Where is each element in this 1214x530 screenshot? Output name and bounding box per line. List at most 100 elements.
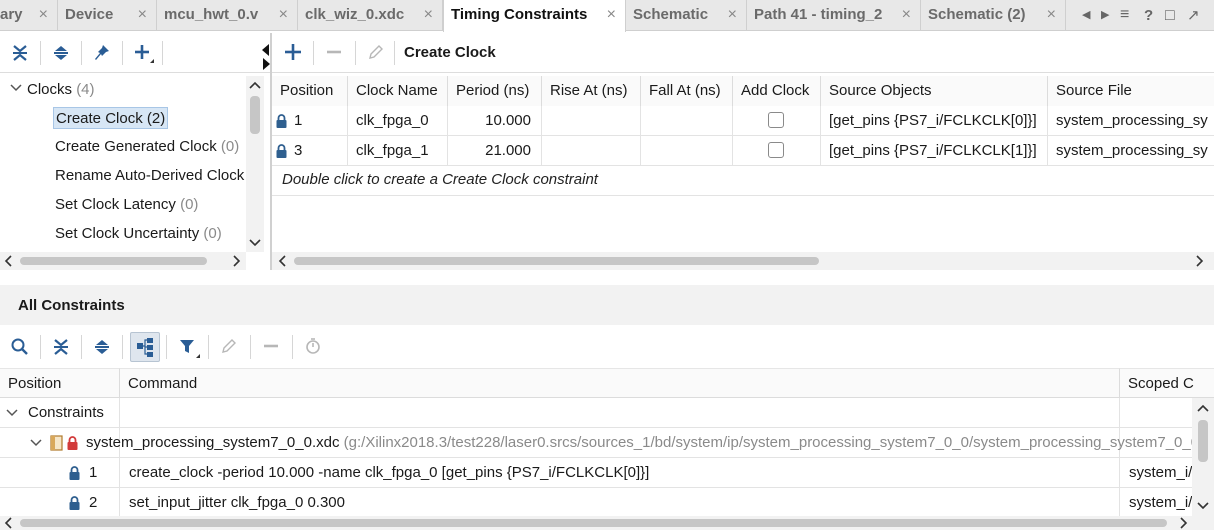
add-clock-checkbox[interactable] [768, 142, 784, 158]
tree-item-create-generated-clock[interactable]: Create Generated Clock (0) [55, 136, 239, 158]
rise-at-cell [542, 136, 641, 166]
column-header[interactable]: Source Objects [821, 76, 1048, 106]
splitter-right-arrow-icon[interactable] [262, 58, 270, 70]
scoped-cell: system_i/ [1129, 464, 1192, 481]
tab-timing-constraints[interactable]: Timing Constraints × [443, 0, 626, 32]
tree-horizontal-scrollbar[interactable] [0, 252, 246, 270]
tab-clk-wiz-xdc[interactable]: clk_wiz_0.xdc × [298, 0, 443, 31]
scroll-up-icon[interactable] [249, 81, 261, 89]
column-header[interactable]: Add Clock [733, 76, 821, 106]
close-icon[interactable]: × [424, 0, 433, 29]
scroll-left-icon[interactable] [4, 255, 12, 267]
column-header[interactable]: Position [272, 76, 348, 106]
add-icon[interactable] [284, 43, 304, 63]
rise-at-cell [542, 106, 641, 136]
tab-path-41[interactable]: Path 41 - timing_2 × [747, 0, 921, 31]
position-cell: 3 [272, 136, 348, 166]
toolbar-separator [162, 41, 163, 65]
tab-schematic[interactable]: Schematic × [626, 0, 747, 31]
close-icon[interactable]: × [1047, 0, 1056, 29]
chevron-down-icon[interactable] [10, 84, 22, 92]
list-icon[interactable]: ≡ [1120, 7, 1136, 23]
scroll-right-icon[interactable] [1196, 255, 1204, 267]
splitter-left-arrow-icon[interactable] [262, 44, 270, 56]
column-header[interactable]: Period (ns) [448, 76, 542, 106]
remove-icon[interactable] [262, 337, 282, 357]
toolbar-separator [122, 41, 123, 65]
scoped-cell: system_i/ [1129, 494, 1192, 511]
tree-item-create-clock[interactable]: Create Clock (2) [53, 107, 169, 129]
xdc-file-name: system_processing_system7_0_0.xdc [86, 434, 340, 451]
close-icon[interactable]: × [607, 0, 616, 29]
tree-vertical-scrollbar[interactable] [246, 76, 264, 252]
edit-icon[interactable] [367, 43, 387, 63]
table-row[interactable]: 1 clk_fpga_0 10.000 [get_pins {PS7_i/FCL… [272, 106, 1214, 136]
toolbar-separator [292, 335, 293, 359]
tab-summary[interactable]: ary × [0, 0, 58, 31]
create-constraint-hint[interactable]: Double click to create a Create Clock co… [272, 166, 1214, 196]
collapse-all-icon[interactable] [51, 337, 71, 357]
table-horizontal-scrollbar[interactable] [272, 252, 1214, 270]
tree-row-xdc-file[interactable]: system_processing_system7_0_0.xdc (g:/Xi… [0, 428, 1192, 458]
column-header[interactable]: Scoped C [1120, 368, 1214, 398]
scroll-right-icon[interactable] [233, 255, 241, 267]
scrollbar-thumb[interactable] [294, 257, 819, 265]
scroll-left-icon[interactable] [4, 517, 12, 529]
remove-icon[interactable] [325, 43, 345, 63]
column-header[interactable]: Position [0, 368, 120, 398]
scrollbar-thumb[interactable] [1198, 420, 1208, 462]
tree-root-clocks[interactable]: Clocks (4) [27, 79, 95, 101]
scroll-up-icon[interactable] [1197, 404, 1209, 412]
scrollbar-thumb[interactable] [20, 519, 1167, 527]
add-clock-checkbox[interactable] [768, 112, 784, 128]
restore-icon[interactable]: □ [1165, 7, 1181, 24]
close-icon[interactable]: × [279, 0, 288, 29]
scrollbar-thumb[interactable] [20, 257, 207, 265]
column-header[interactable]: Rise At (ns) [542, 76, 641, 106]
lock-icon [276, 144, 287, 158]
help-icon[interactable]: ? [1144, 7, 1160, 24]
close-icon[interactable]: × [138, 0, 147, 29]
edit-icon[interactable] [220, 337, 240, 357]
constraints-horizontal-scrollbar[interactable] [0, 516, 1214, 530]
scroll-left-icon[interactable] [278, 255, 286, 267]
toolbar-separator [250, 335, 251, 359]
collapse-all-icon[interactable] [10, 43, 30, 63]
column-header[interactable]: Fall At (ns) [641, 76, 733, 106]
tree-item-rename-auto-derived-clock[interactable]: Rename Auto-Derived Clock [55, 165, 244, 187]
chevron-down-icon[interactable] [6, 409, 18, 417]
scroll-down-icon[interactable] [1197, 502, 1209, 510]
next-icon[interactable]: ▶ [1101, 7, 1117, 23]
column-header[interactable]: Clock Name [348, 76, 448, 106]
chevron-down-icon[interactable] [30, 439, 42, 447]
expand-all-icon[interactable] [51, 43, 71, 63]
hierarchy-icon[interactable] [130, 332, 160, 362]
close-icon[interactable]: × [902, 0, 911, 29]
scroll-down-icon[interactable] [249, 239, 261, 247]
tree-row-constraints[interactable]: Constraints [0, 398, 1192, 428]
search-icon[interactable] [10, 337, 30, 357]
table-row[interactable]: 3 clk_fpga_1 21.000 [get_pins {PS7_i/FCL… [272, 136, 1214, 166]
tab-mcu-hwt[interactable]: mcu_hwt_0.v × [157, 0, 298, 31]
add-icon[interactable] [133, 43, 154, 63]
tree-item-set-clock-uncertainty[interactable]: Set Clock Uncertainty (0) [55, 223, 222, 245]
pin-icon[interactable] [92, 43, 112, 63]
table-row[interactable]: 1 create_clock -period 10.000 -name clk_… [0, 458, 1192, 488]
table-row[interactable]: 2 set_input_jitter clk_fpga_0 0.300 [0, 488, 1192, 516]
column-header[interactable]: Command [120, 368, 1120, 398]
command-cell: set_input_jitter clk_fpga_0 0.300 [129, 494, 345, 511]
scroll-right-icon[interactable] [1180, 517, 1188, 529]
tab-device[interactable]: Device × [58, 0, 157, 31]
prev-icon[interactable]: ◀ [1082, 7, 1098, 23]
filter-icon[interactable] [178, 337, 200, 358]
constraints-vertical-scrollbar[interactable] [1192, 398, 1214, 516]
float-icon[interactable]: ↗ [1187, 7, 1203, 24]
timer-icon[interactable] [304, 337, 324, 357]
tree-item-set-clock-latency[interactable]: Set Clock Latency (0) [55, 194, 198, 216]
close-icon[interactable]: × [728, 0, 737, 29]
close-icon[interactable]: × [39, 0, 48, 29]
tab-schematic-2[interactable]: Schematic (2) × [921, 0, 1066, 31]
column-header[interactable]: Source File [1048, 76, 1214, 106]
expand-all-icon[interactable] [92, 337, 112, 357]
scrollbar-thumb[interactable] [250, 96, 260, 134]
